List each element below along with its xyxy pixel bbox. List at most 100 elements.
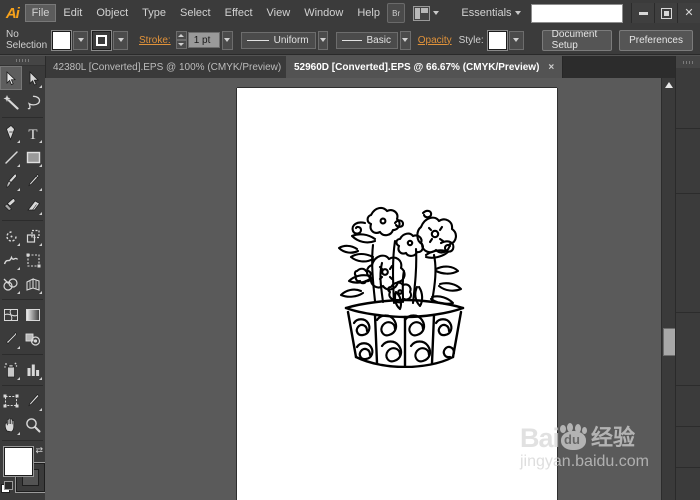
tool-separator xyxy=(2,220,43,221)
dock-segment-5[interactable] xyxy=(676,386,700,427)
gradient-tool[interactable] xyxy=(22,303,44,327)
fill-dropdown-button[interactable] xyxy=(73,30,89,50)
dock-segment-6[interactable] xyxy=(676,427,700,468)
scale-tool[interactable] xyxy=(22,224,44,248)
stroke-weight-input[interactable]: 1 pt xyxy=(187,32,220,48)
stepper-down-icon[interactable] xyxy=(175,40,187,49)
menu-window[interactable]: Window xyxy=(297,4,350,22)
free-transform-tool[interactable] xyxy=(22,248,44,272)
artboard-page[interactable] xyxy=(237,88,557,500)
minimize-button[interactable] xyxy=(631,3,654,23)
dock-segment-2[interactable] xyxy=(676,129,700,194)
vertical-scrollbar[interactable] xyxy=(661,78,677,500)
menu-object[interactable]: Object xyxy=(89,4,135,22)
swap-fill-stroke-icon[interactable]: ⇄ xyxy=(35,445,43,456)
tool-group-symbols xyxy=(0,358,45,382)
style-dropdown-button[interactable] xyxy=(508,30,524,50)
lasso-tool[interactable] xyxy=(22,90,44,114)
stroke-swatch[interactable] xyxy=(92,30,112,50)
mesh-tool[interactable] xyxy=(0,303,22,327)
dock-segment-3[interactable] xyxy=(676,194,700,313)
tool-flyout-indicator xyxy=(39,291,42,294)
paintbrush-tool[interactable] xyxy=(0,169,22,193)
document-tab-2-label: 52960D [Converted].EPS @ 66.67% (CMYK/Pr… xyxy=(294,61,540,73)
search-input[interactable] xyxy=(530,3,623,23)
rotate-tool[interactable] xyxy=(0,224,22,248)
line-segment-tool[interactable] xyxy=(0,145,22,169)
brush-definition-select[interactable]: Basic xyxy=(336,31,398,49)
brush-definition-label: Basic xyxy=(366,34,391,46)
menu-help[interactable]: Help xyxy=(350,4,387,22)
menu-edit[interactable]: Edit xyxy=(56,4,89,22)
blob-brush-tool[interactable] xyxy=(0,193,22,217)
tool-flyout-indicator xyxy=(17,188,20,191)
stroke-weight-dropdown[interactable] xyxy=(221,30,233,50)
zoom-tool[interactable] xyxy=(22,413,44,437)
bridge-icon[interactable]: Br xyxy=(386,3,406,23)
document-tab-1[interactable]: 42380L [Converted].EPS @ 100% (CMYK/Prev… xyxy=(45,56,306,78)
slice-tool[interactable] xyxy=(22,389,44,413)
artboard-tool[interactable] xyxy=(0,389,22,413)
eraser-tool[interactable] xyxy=(22,193,44,217)
maximize-button[interactable] xyxy=(654,3,677,23)
width-profile-dropdown[interactable] xyxy=(317,30,329,50)
pencil-tool[interactable] xyxy=(22,169,44,193)
toolbar-fill-swatch[interactable] xyxy=(4,447,33,476)
preferences-button[interactable]: Preferences xyxy=(619,29,693,51)
rectangle-tool[interactable] xyxy=(22,145,44,169)
panel-dock-grip[interactable] xyxy=(676,56,700,68)
width-profile-preview-icon xyxy=(246,39,269,41)
app-logo-icon: Ai xyxy=(5,4,20,22)
document-tab-bar: 42380L [Converted].EPS @ 100% (CMYK/Prev… xyxy=(45,56,700,78)
stroke-dropdown-button[interactable] xyxy=(113,30,129,50)
hand-tool[interactable] xyxy=(0,413,22,437)
document-tab-2[interactable]: 52960D [Converted].EPS @ 66.67% (CMYK/Pr… xyxy=(286,56,564,78)
flowers-in-decorative-pot-artwork[interactable] xyxy=(337,183,472,369)
close-button[interactable]: ✕ xyxy=(677,3,700,23)
menu-select[interactable]: Select xyxy=(173,4,218,22)
dock-segment-1[interactable] xyxy=(676,68,700,129)
tool-flyout-indicator xyxy=(39,377,42,380)
stroke-color-control[interactable] xyxy=(92,30,129,50)
menu-effect[interactable]: Effect xyxy=(218,4,260,22)
tool-flyout-indicator xyxy=(17,291,20,294)
symbol-sprayer-tool[interactable] xyxy=(0,358,22,382)
close-icon[interactable]: × xyxy=(548,62,554,73)
blend-tool[interactable] xyxy=(22,327,44,351)
menu-type[interactable]: Type xyxy=(135,4,173,22)
tool-group-color xyxy=(0,303,45,351)
stroke-weight-stepper[interactable] xyxy=(175,31,187,49)
document-setup-button[interactable]: Document Setup xyxy=(541,29,613,51)
type-tool[interactable]: T xyxy=(22,121,44,145)
default-fill-stroke-icon[interactable] xyxy=(1,481,13,493)
panel-dock[interactable] xyxy=(675,56,700,500)
dock-segment-4[interactable] xyxy=(676,313,700,386)
width-tool[interactable] xyxy=(0,248,22,272)
graphic-style-control[interactable] xyxy=(487,30,524,50)
magic-wand-tool[interactable] xyxy=(0,90,22,114)
tools-panel-grip[interactable] xyxy=(0,56,45,66)
menu-view[interactable]: View xyxy=(260,4,298,22)
direct-selection-tool[interactable] xyxy=(22,66,44,90)
column-graph-tool[interactable] xyxy=(22,358,44,382)
stroke-label[interactable]: Stroke: xyxy=(139,35,171,46)
workspace-switcher[interactable]: Essentials xyxy=(461,7,521,19)
pen-tool[interactable] xyxy=(0,121,22,145)
eyedropper-tool[interactable] xyxy=(0,327,22,351)
opacity-label[interactable]: Opacity xyxy=(418,35,452,46)
width-profile-select[interactable]: Uniform xyxy=(240,31,316,49)
canvas-area[interactable] xyxy=(45,78,676,500)
fill-color-control[interactable] xyxy=(52,30,89,50)
arrange-documents-button[interactable] xyxy=(413,5,440,21)
menu-file[interactable]: File xyxy=(24,4,57,22)
perspective-grid-tool[interactable] xyxy=(22,272,44,296)
fill-swatch[interactable] xyxy=(52,30,72,50)
selection-tool[interactable] xyxy=(0,66,22,90)
scroll-up-arrow[interactable] xyxy=(662,78,676,92)
shape-builder-tool[interactable] xyxy=(0,272,22,296)
tool-flyout-indicator xyxy=(39,164,42,167)
fill-stroke-control: ⇄ xyxy=(0,445,45,500)
brush-definition-dropdown[interactable] xyxy=(399,30,411,50)
style-swatch[interactable] xyxy=(487,30,507,50)
stepper-up-icon[interactable] xyxy=(175,31,187,40)
